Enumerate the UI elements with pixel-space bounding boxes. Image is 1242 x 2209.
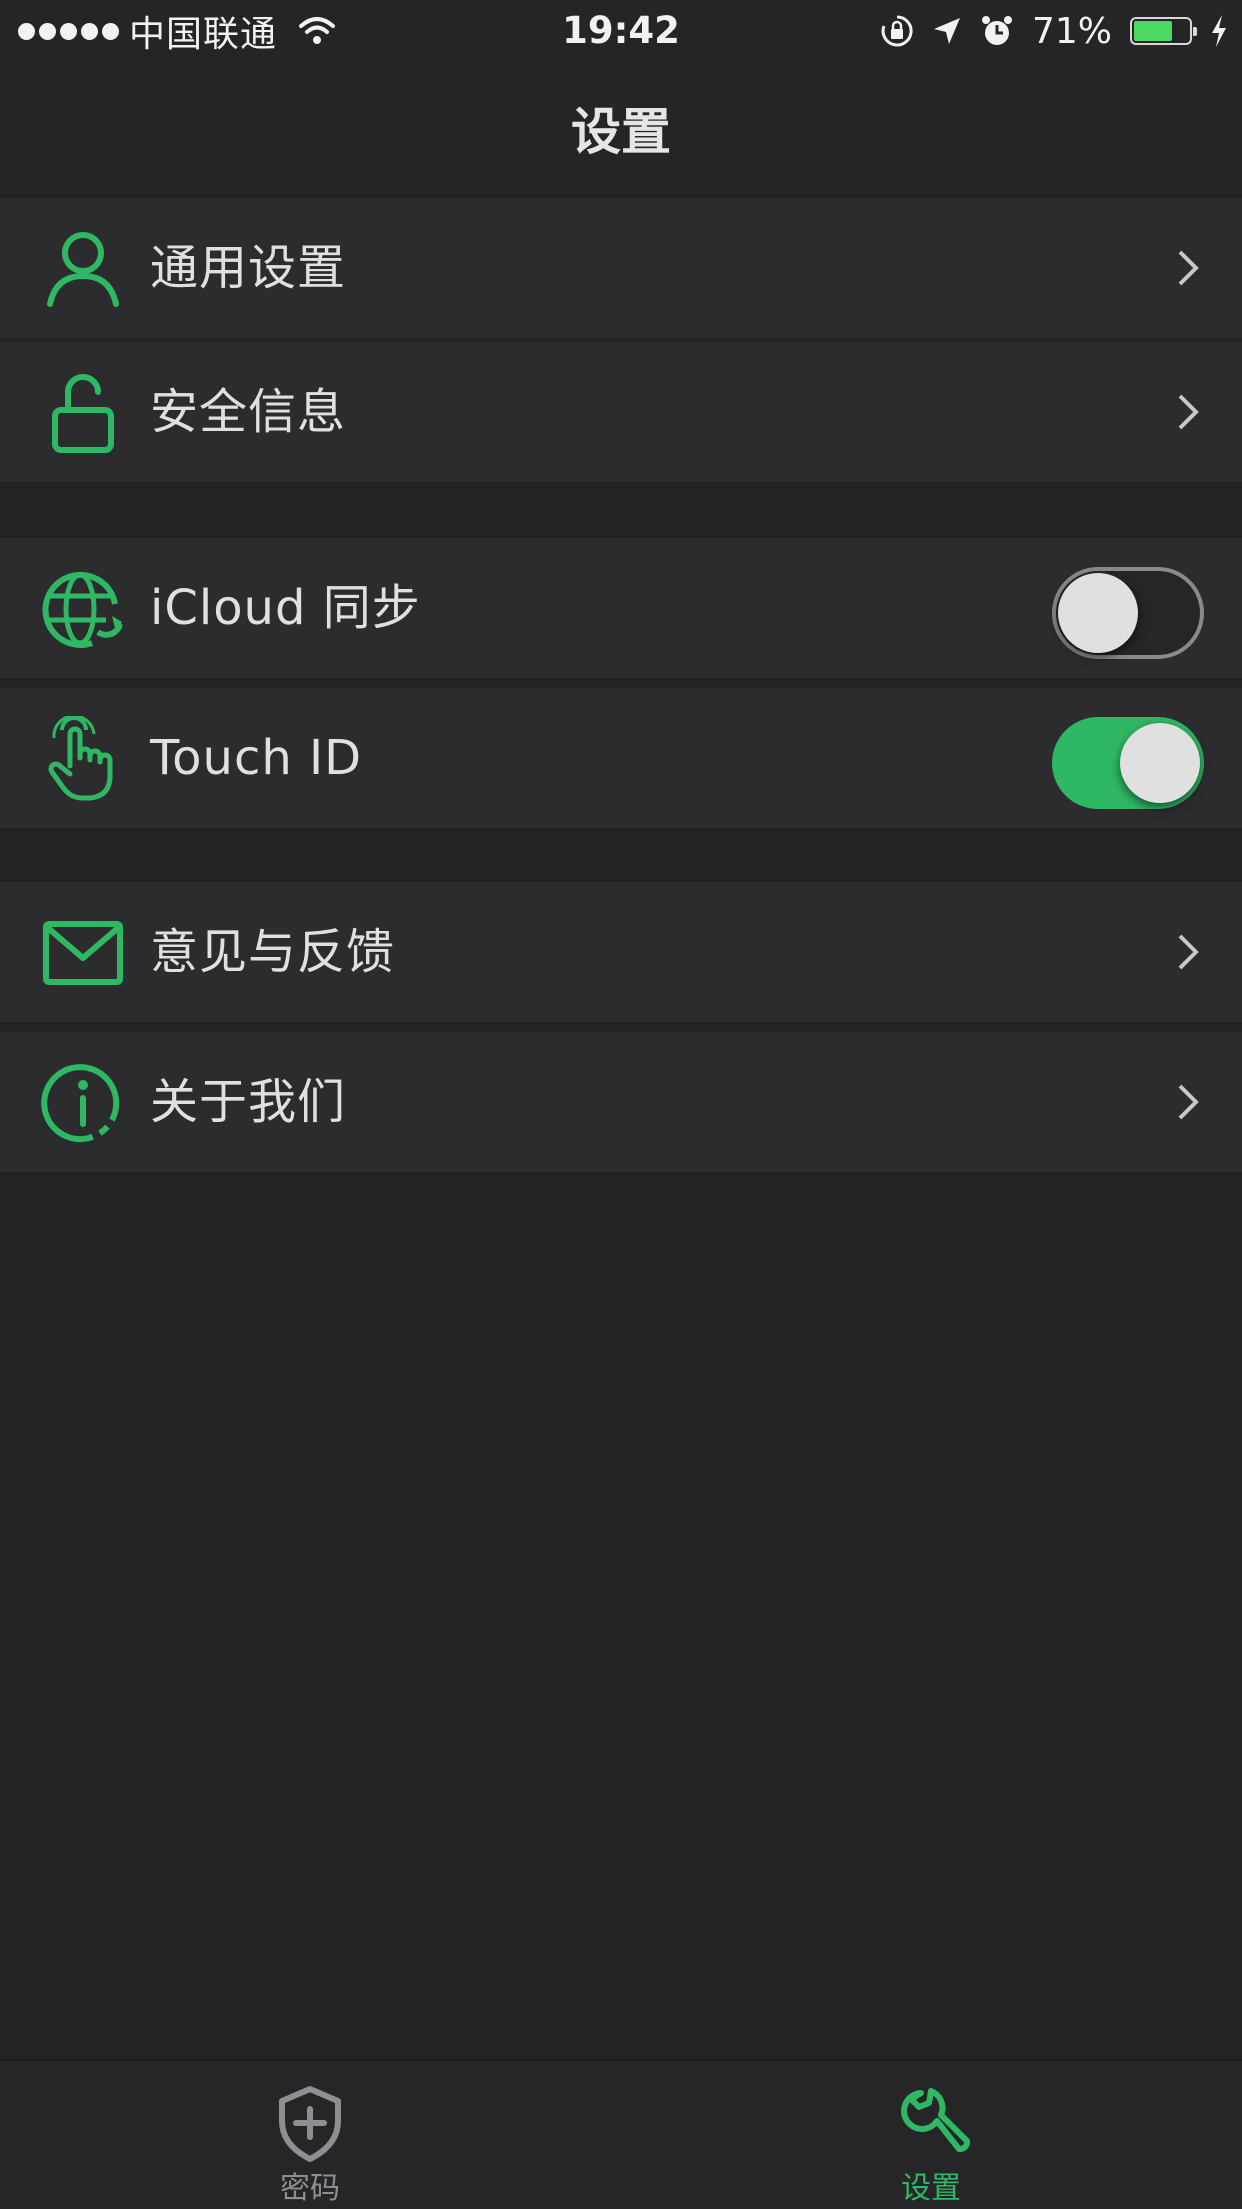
tab-bar: 密码 设置 [0, 2060, 1242, 2209]
globe-sync-icon [42, 571, 123, 648]
chevron-right-icon [1178, 934, 1199, 970]
location-arrow-icon [933, 18, 960, 44]
page-title: 设置 [571, 103, 671, 161]
feedback-row[interactable]: 意见与反馈 [0, 882, 1242, 1022]
general-settings-label: 通用设置 [150, 240, 347, 296]
status-bar-right: 71% [880, 8, 1228, 54]
about-us-row[interactable]: 关于我们 [0, 1032, 1242, 1172]
fingerprint-hand-icon [48, 716, 113, 801]
shield-plus-icon [279, 2086, 341, 2162]
icloud-sync-label: iCloud 同步 [150, 580, 421, 636]
status-bar: 中国联通 19:42 71% [0, 0, 1242, 62]
touch-id-toggle[interactable] [1052, 717, 1204, 809]
touch-id-row: Touch ID [0, 688, 1242, 828]
rotation-lock-icon [881, 15, 913, 47]
navigation-bar: 设置 [0, 62, 1242, 194]
battery-percent: 71% [1031, 10, 1112, 52]
alarm-icon [981, 16, 1012, 45]
tab-passwords-label: 密码 [280, 2171, 340, 2206]
wrench-icon [901, 2088, 971, 2153]
chevron-right-icon [1178, 250, 1199, 286]
tab-settings-label: 设置 [901, 2171, 961, 2206]
security-info-label: 安全信息 [150, 384, 347, 440]
icloud-sync-row: iCloud 同步 [0, 538, 1242, 678]
tab-settings[interactable]: 设置 [811, 2061, 1051, 2209]
touch-id-label: Touch ID [150, 730, 363, 786]
battery-icon [1130, 17, 1197, 45]
security-info-row[interactable]: 安全信息 [0, 342, 1242, 482]
toggle-knob [1058, 573, 1138, 653]
chevron-right-icon [1178, 394, 1199, 430]
tab-passwords[interactable]: 密码 [190, 2061, 430, 2209]
info-icon [41, 1064, 120, 1143]
general-settings-row[interactable]: 通用设置 [0, 198, 1242, 338]
unlock-icon [52, 374, 114, 453]
charging-bolt-icon [1212, 15, 1226, 47]
person-icon [47, 232, 119, 307]
toggle-knob [1120, 723, 1200, 803]
icloud-sync-toggle[interactable] [1052, 567, 1204, 659]
about-us-label: 关于我们 [150, 1074, 347, 1130]
mail-icon [43, 921, 123, 985]
feedback-label: 意见与反馈 [150, 924, 396, 980]
battery-fill [1134, 21, 1172, 41]
chevron-right-icon [1178, 1084, 1199, 1120]
